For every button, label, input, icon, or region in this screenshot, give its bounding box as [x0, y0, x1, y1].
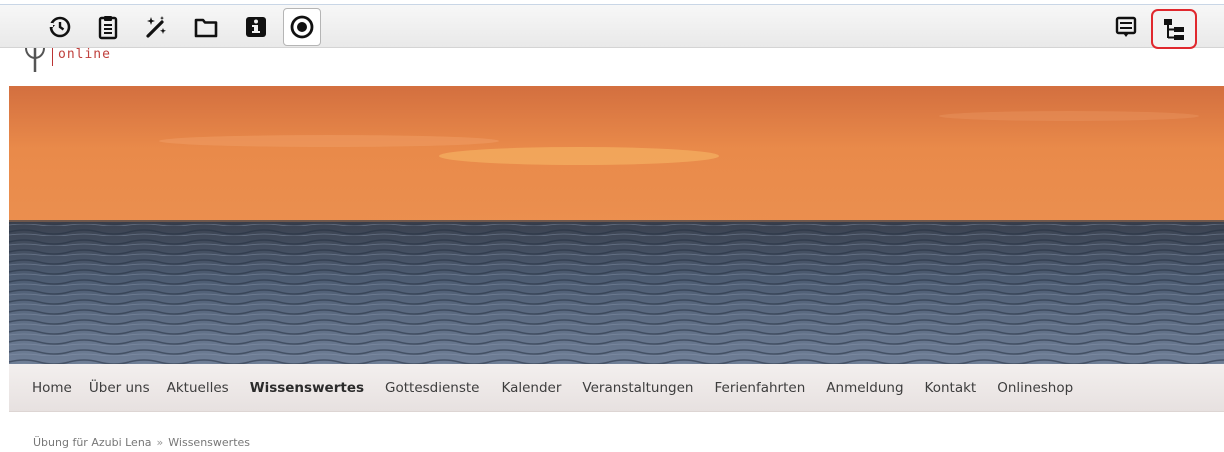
nav-item-anmeldung[interactable]: Anmeldung	[826, 380, 903, 396]
target-icon[interactable]	[283, 8, 321, 46]
breadcrumb: Übung für Azubi Lena » Wissenswertes	[33, 436, 250, 449]
tree-structure-icon[interactable]	[1151, 9, 1197, 49]
site-logo[interactable]: online	[24, 46, 164, 74]
info-icon[interactable]	[240, 11, 272, 43]
nav-item-veranstaltungen[interactable]: Veranstaltungen	[582, 380, 693, 396]
history-icon[interactable]	[44, 11, 76, 43]
logo-text: online	[58, 47, 111, 62]
breadcrumb-separator: »	[156, 436, 164, 449]
admin-toolbar	[0, 4, 1224, 49]
folder-icon[interactable]	[190, 11, 222, 43]
logo-divider	[52, 48, 53, 66]
nav-item-aktuelles[interactable]: Aktuelles	[167, 380, 229, 396]
nav-item-kontakt[interactable]: Kontakt	[925, 380, 977, 396]
page: online Home Über uns Aktuelles Wissenswe…	[0, 0, 1224, 452]
list-icon[interactable]	[1110, 11, 1142, 43]
logo-mark-icon	[25, 47, 45, 72]
nav-item-gottesdienste[interactable]: Gottesdienste	[385, 380, 479, 396]
main-navigation: Home Über uns Aktuelles Wissenswertes Go…	[9, 364, 1224, 412]
nav-item-kalender[interactable]: Kalender	[501, 380, 561, 396]
breadcrumb-item-current: Wissenswertes	[168, 436, 251, 449]
magic-wand-icon[interactable]	[140, 11, 172, 43]
nav-item-home[interactable]: Home	[32, 380, 72, 396]
nav-item-onlineshop[interactable]: Onlineshop	[997, 380, 1073, 396]
breadcrumb-item-home[interactable]: Übung für Azubi Lena	[33, 436, 152, 449]
hero-banner-image	[9, 86, 1224, 364]
nav-item-ferienfahrten[interactable]: Ferienfahrten	[714, 380, 805, 396]
nav-item-wissenswertes[interactable]: Wissenswertes	[250, 380, 364, 396]
nav-item-ueber-uns[interactable]: Über uns	[89, 380, 150, 396]
clipboard-icon[interactable]	[92, 11, 124, 43]
